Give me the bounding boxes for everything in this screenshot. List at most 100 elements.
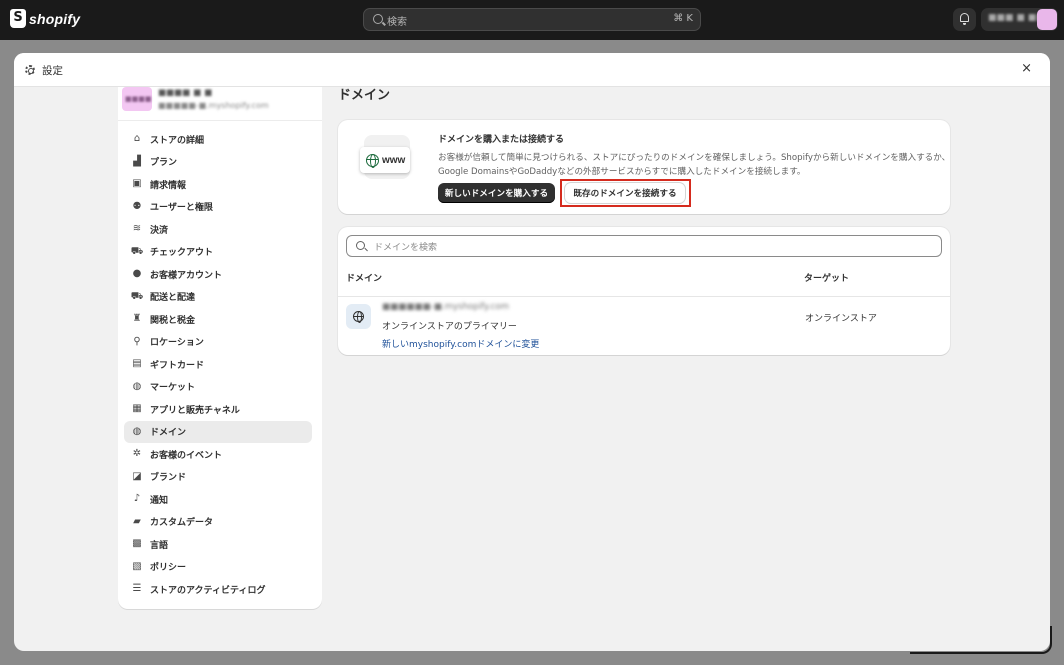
sidebar-item-label: お客様アカウント xyxy=(150,270,223,281)
sidebar-item-label: ポリシー xyxy=(150,563,187,574)
global-search-input[interactable]: 検索 ⌘ K xyxy=(363,8,701,31)
buy-card-title: ドメインを購入または接続する xyxy=(438,135,565,145)
sidebar-item-billing-receipt[interactable]: ▣ 請求情報 xyxy=(124,173,312,196)
shopify-bag-icon xyxy=(10,9,26,28)
sidebar-item-domain-globe[interactable]: ◍ ドメイン xyxy=(124,420,312,443)
buy-card-description: お客様が信頼して簡単に見つけられる、ストアにぴったりのドメインを確保しましょう。… xyxy=(438,153,951,177)
sidebar-item-notification-bell[interactable]: ♪ 通知 xyxy=(124,488,312,511)
sidebar-item-label: 関税と税金 xyxy=(150,315,196,326)
page-title: ドメイン xyxy=(338,88,391,103)
www-badge: www xyxy=(360,147,410,173)
sidebar-item-label: アプリと販売チャネル xyxy=(150,405,240,416)
search-icon xyxy=(356,241,365,250)
sidebar-item-taxes-bag[interactable]: ♜ 関税と税金 xyxy=(124,308,312,331)
domain-name[interactable]: ■■■■■■-■.myshopify.com xyxy=(382,302,509,312)
sidebar-item-policy[interactable]: ▧ ポリシー xyxy=(124,556,312,579)
sidebar-item-plan-chart[interactable]: ▟ プラン xyxy=(124,151,312,174)
sidebar-item-label: ドメイン xyxy=(150,428,187,439)
www-text: www xyxy=(382,154,406,166)
sidebar-item-label: ギフトカード xyxy=(150,360,205,371)
plan-chart-icon: ▟ xyxy=(133,155,141,167)
sidebar-item-label: 請求情報 xyxy=(150,180,187,191)
globe-icon xyxy=(353,311,364,323)
sidebar-item-checkout-cart[interactable]: ⛟ チェックアウト xyxy=(124,241,312,264)
domain-search-placeholder: ドメインを検索 xyxy=(374,243,438,253)
payment-icon: ≋ xyxy=(132,223,142,235)
sidebar-item-label: プラン xyxy=(150,158,178,169)
custom-data-icon: ▰ xyxy=(133,515,141,527)
customer-account-icon: ● xyxy=(132,268,142,280)
buy-connect-domain-card: www ドメインを購入または接続する お客様が信頼して簡単に見つけられる、ストア… xyxy=(338,120,950,214)
domain-role: オンラインストアのプライマリー xyxy=(382,322,517,332)
settings-modal: 設定 × ■■■■ ■■■■ ■ ■ ■■■■■-■.myshopify.com… xyxy=(14,53,1050,651)
sidebar-item-apps-grid[interactable]: ▦ アプリと販売チャネル xyxy=(124,398,312,421)
shopify-logo[interactable]: shopify xyxy=(10,9,80,28)
settings-sidebar: ■■■■ ■■■■ ■ ■ ■■■■■-■.myshopify.com ⌂ ストア… xyxy=(118,87,322,609)
sidebar-item-users[interactable]: ⚉ ユーザーと権限 xyxy=(124,196,312,219)
globe-icon xyxy=(366,153,379,168)
avatar xyxy=(1037,9,1057,30)
sidebar-item-label: ユーザーと権限 xyxy=(150,203,213,214)
top-bar: shopify 検索 ⌘ K ■■■ ■ ■■ xyxy=(0,0,1064,40)
sidebar-item-label: 言語 xyxy=(150,540,169,551)
sidebar-item-label: 通知 xyxy=(150,495,169,506)
domain-globe-badge xyxy=(346,304,371,329)
close-button[interactable]: × xyxy=(1021,62,1032,76)
gift-card-icon: ▤ xyxy=(132,358,142,370)
domains-list-card: ドメインを検索 ドメイン ターゲット ■■■■■■-■.myshopify.co… xyxy=(338,227,950,355)
search-shortcut: ⌘ K xyxy=(673,13,693,24)
sidebar-item-label: カスタムデータ xyxy=(150,518,214,529)
store-domain: ■■■■■-■.myshopify.com xyxy=(158,101,269,110)
sidebar-item-language[interactable]: ▩ 言語 xyxy=(124,533,312,556)
sidebar-item-customer-account[interactable]: ● お客様アカウント xyxy=(124,263,312,286)
sidebar-item-gift-card[interactable]: ▤ ギフトカード xyxy=(124,353,312,376)
billing-receipt-icon: ▣ xyxy=(132,178,142,190)
www-illustration: www xyxy=(360,135,412,183)
location-pin-icon: ⚲ xyxy=(133,335,141,347)
sidebar-item-label: ブランド xyxy=(150,473,187,484)
store-avatar: ■■■■ xyxy=(122,87,152,111)
highlight-box: 既存のドメインを接続する xyxy=(560,179,691,207)
modal-title: 設定 xyxy=(42,65,63,77)
buy-new-domain-button[interactable]: 新しいドメインを購入する xyxy=(438,183,555,203)
sidebar-item-customer-events[interactable]: ✲ お客様のイベント xyxy=(124,443,312,466)
notifications-button[interactable] xyxy=(953,8,976,31)
domain-globe-icon: ◍ xyxy=(132,425,142,437)
sidebar-item-activity-log-list[interactable]: ☰ ストアのアクティビティログ xyxy=(124,578,312,601)
sidebar-item-shipping-truck[interactable]: ⛟ 配送と配達 xyxy=(124,286,312,309)
apps-grid-icon: ▦ xyxy=(132,403,142,415)
divider xyxy=(338,296,950,297)
sidebar-item-markets-globe[interactable]: ◍ マーケット xyxy=(124,376,312,399)
store-card[interactable]: ■■■■ ■■■■ ■ ■ ■■■■■-■.myshopify.com xyxy=(118,87,322,121)
change-myshopify-domain-link[interactable]: 新しいmyshopify.comドメインに変更 xyxy=(382,337,539,350)
shipping-truck-icon: ⛟ xyxy=(130,290,144,302)
taxes-bag-icon: ♜ xyxy=(132,313,142,325)
sidebar-item-payment[interactable]: ≋ 決済 xyxy=(124,218,312,241)
background-panel-edge xyxy=(910,626,1052,654)
store-avatar-text: ■■■■ xyxy=(125,95,152,103)
policy-icon: ▧ xyxy=(132,560,142,572)
column-header-target: ターゲット xyxy=(804,274,850,284)
store-name: ■■■■ ■ ■ xyxy=(158,88,213,98)
domain-target: オンラインストア xyxy=(805,314,877,324)
customer-events-icon: ✲ xyxy=(132,448,142,460)
sidebar-item-label: ストアの詳細 xyxy=(150,135,205,146)
gear-icon xyxy=(25,65,35,75)
logo-text: shopify xyxy=(29,10,81,27)
notification-bell-icon: ♪ xyxy=(133,493,141,505)
domain-search-input[interactable]: ドメインを検索 xyxy=(346,235,942,257)
modal-header: 設定 × xyxy=(14,53,1050,87)
sidebar-item-store[interactable]: ⌂ ストアの詳細 xyxy=(124,128,312,151)
checkout-cart-icon: ⛟ xyxy=(130,245,144,257)
users-icon: ⚉ xyxy=(132,200,142,212)
sidebar-item-label: チェックアウト xyxy=(150,248,214,259)
sidebar-item-brand[interactable]: ◪ ブランド xyxy=(124,466,312,489)
connect-existing-domain-button[interactable]: 既存のドメインを接続する xyxy=(565,183,685,203)
column-header-domain: ドメイン xyxy=(346,274,383,284)
sidebar-item-label: ストアのアクティビティログ xyxy=(150,585,266,596)
sidebar-item-custom-data[interactable]: ▰ カスタムデータ xyxy=(124,511,312,534)
markets-globe-icon: ◍ xyxy=(132,380,142,392)
store-menu-button[interactable]: ■■■ ■ ■■ xyxy=(981,8,1058,31)
settings-nav: ⌂ ストアの詳細 ▟ プラン ▣ 請求情報 ⚉ ユーザーと権限 ≋ 決済 ⛟ チェックアウト ● お客様ア… xyxy=(124,128,312,601)
sidebar-item-location-pin[interactable]: ⚲ ロケーション xyxy=(124,331,312,354)
